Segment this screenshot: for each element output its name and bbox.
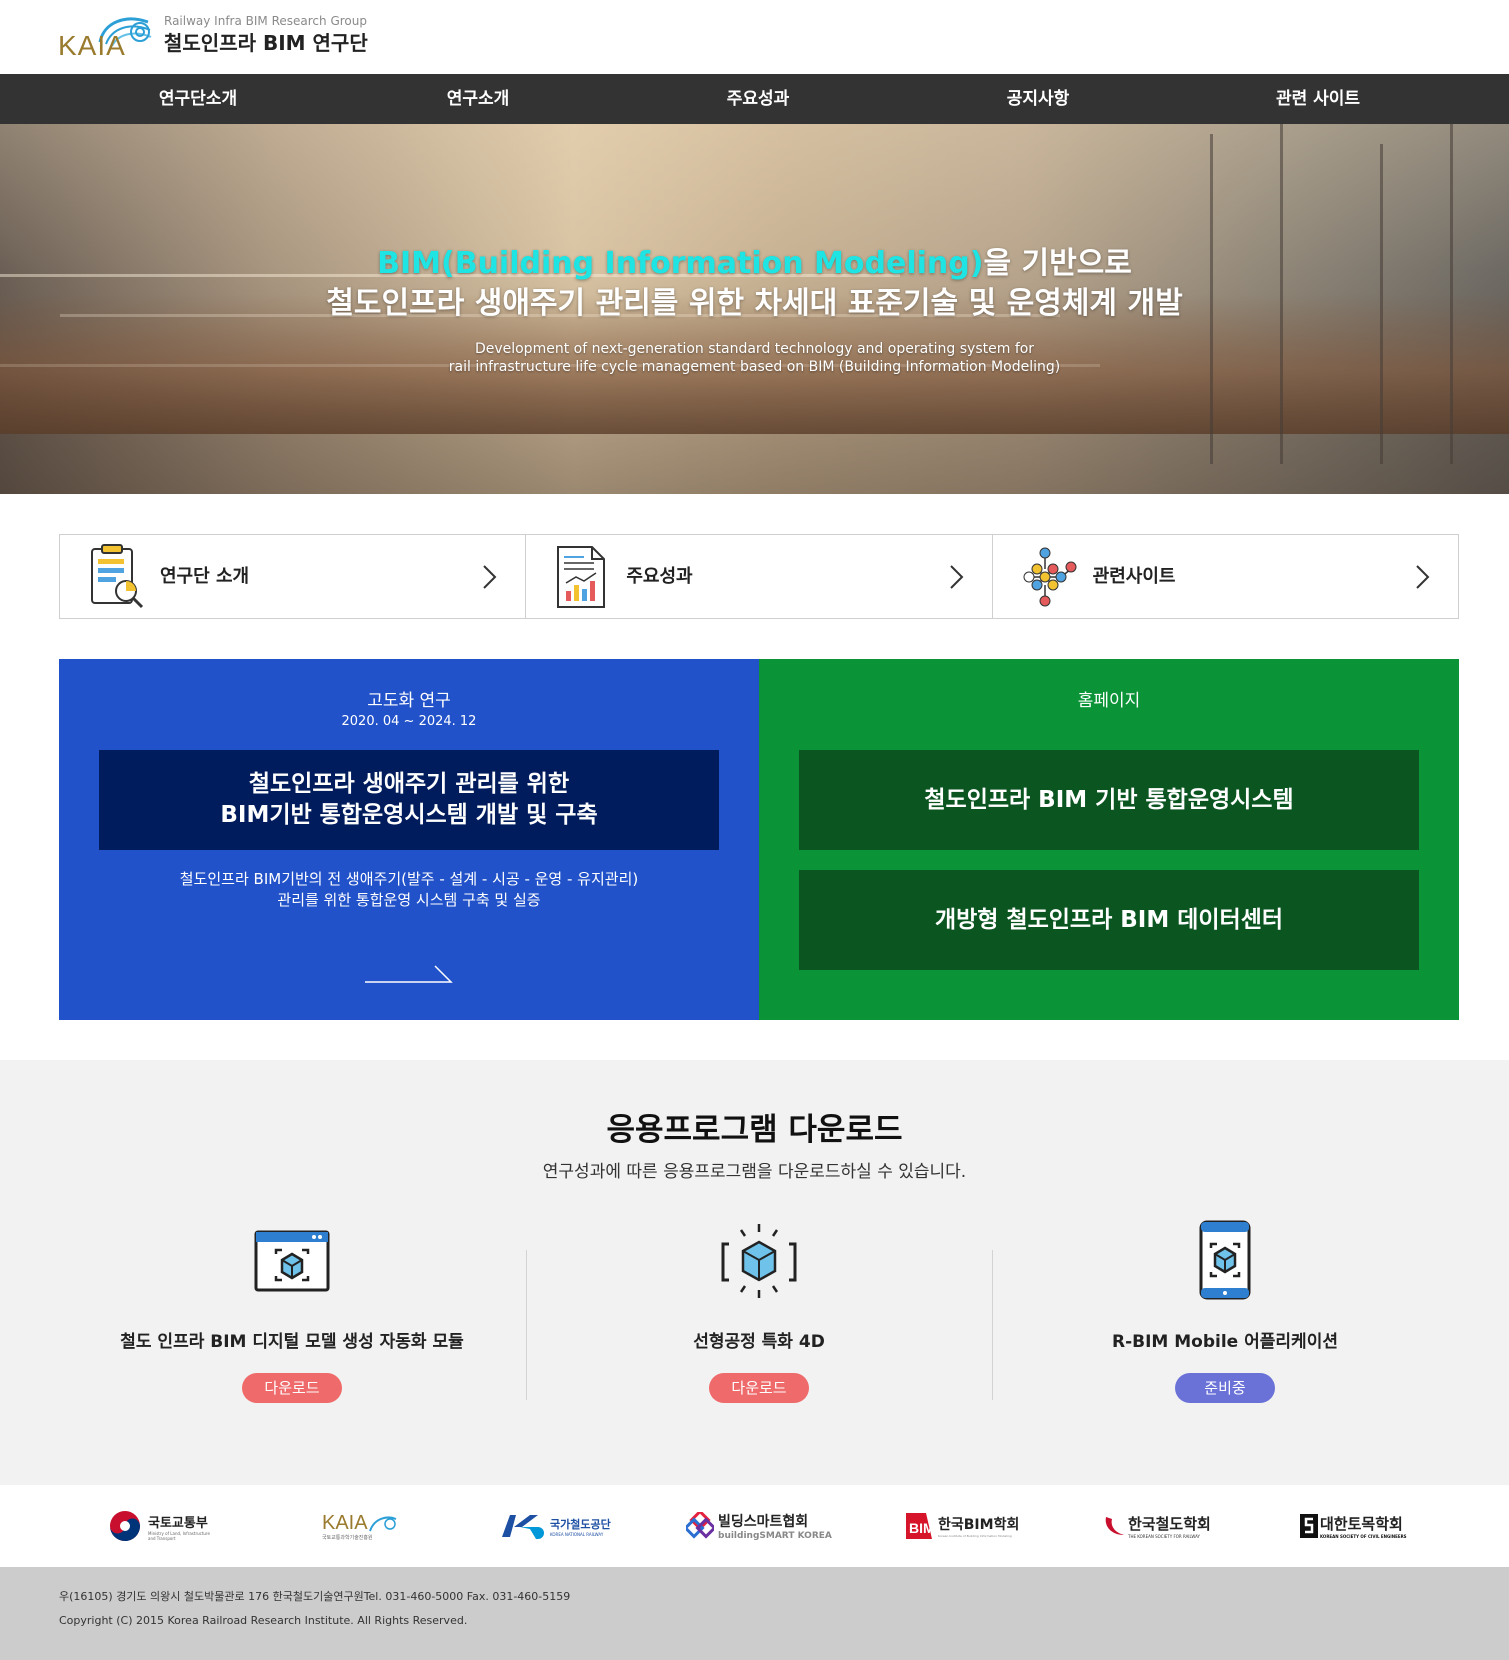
report-chart-icon	[557, 546, 606, 608]
kaia-wave-icon	[368, 1516, 396, 1531]
chevron-right-icon	[949, 565, 964, 589]
logo-title: 철도인프라 BIM 연구단	[164, 31, 368, 55]
footer-copyright: Copyright (C) 2015 Korea Railroad Resear…	[59, 1614, 468, 1627]
kaia-logo-mark: KAIA	[56, 12, 154, 61]
partner-sub: KOREAN SOCIETY OF CIVIL ENGINEERS	[1320, 1534, 1407, 1539]
hero-sub-line1: Development of next-generation standard …	[474, 341, 1035, 357]
partner-name: KAIA	[322, 1511, 368, 1534]
download-item-name: 선형공정 특화 4D	[693, 1332, 825, 1352]
homepage-promo-title: 홈페이지	[1077, 691, 1141, 711]
browser-cube-icon	[254, 1230, 330, 1292]
partner-sub: Korean Institute of Building Information…	[938, 1534, 1012, 1538]
long-arrow-right-icon[interactable]	[365, 964, 453, 984]
nav-item-related-sites[interactable]: 관련 사이트	[1178, 74, 1458, 124]
quick-link-label: 관련사이트	[1092, 566, 1176, 587]
partner-kibim[interactable]: BIM 한국BIM학회 Korean Institute of Building…	[902, 1503, 1019, 1549]
download-item-bim-module: 철도 인프라 BIM 디지털 모델 생성 자동화 모듈 다운로드	[59, 1220, 525, 1420]
hero-title-highlight: BIM(Building Information Modeling)	[377, 246, 984, 281]
research-promo-desc-line2: 관리를 위한 통합운영 시스템 구축 및 실증	[277, 891, 541, 909]
partner-sub: THE KOREAN SOCIETY FOR RAILWAY	[1128, 1534, 1200, 1539]
logo-word: KAIA	[58, 30, 126, 61]
logo-text: Railway Infra BIM Research Group 철도인프라 B…	[164, 13, 368, 57]
partner-sub: 국토교통과학기술진흥원	[322, 1534, 373, 1541]
partner-logos: 국토교통부 Ministry of Land, Infrastructure a…	[0, 1485, 1509, 1567]
mobile-cube-icon	[1199, 1220, 1251, 1300]
main-nav: 연구단소개 연구소개 주요성과 공지사항 관련 사이트	[0, 74, 1509, 124]
nav-item-achievements[interactable]: 주요성과	[618, 74, 898, 124]
partner-ksce[interactable]: 대한토목학회 KOREAN SOCIETY OF CIVIL ENGINEERS	[1300, 1503, 1407, 1549]
research-promo-desc-line1: 철도인프라 BIM기반의 전 생애주기(발주 - 설계 - 시공 - 운영 - …	[179, 870, 639, 888]
site-logo[interactable]: KAIA Railway Infra BIM Research Group 철도…	[56, 12, 368, 61]
scan-cube-icon	[721, 1224, 797, 1298]
hero-title-line2: 철도인프라 생애주기 관리를 위한 차세대 표준기술 및 운영체계 개발	[326, 286, 1183, 321]
partner-sub: buildingSMART KOREA	[718, 1531, 832, 1541]
partner-buildingsmart[interactable]: 빌딩스마트협회 buildingSMART KOREA	[686, 1503, 832, 1549]
partner-name: 한국철도학회	[1128, 1515, 1211, 1533]
research-promo-box: 철도인프라 생애주기 관리를 위한 BIM기반 통합운영시스템 개발 및 구축	[99, 750, 719, 850]
download-button[interactable]: 다운로드	[709, 1373, 809, 1403]
homepage-promo-panel: 홈페이지 철도인프라 BIM 기반 통합운영시스템 개방형 철도인프라 BIM …	[759, 659, 1459, 1020]
partner-kaia[interactable]: KAIA 국토교통과학기술진흥원	[322, 1503, 398, 1549]
downloads-section: 응용프로그램 다운로드 연구성과에 따른 응용프로그램을 다운로드하실 수 있습…	[0, 1060, 1509, 1485]
quick-link-group-intro[interactable]: 연구단 소개	[60, 535, 525, 618]
hero-title-rest: 을 기반으로	[983, 246, 1132, 281]
partner-ksr[interactable]: 한국철도학회 THE KOREAN SOCIETY FOR RAILWAY	[1102, 1503, 1211, 1549]
homepage-link-integrated-system[interactable]: 철도인프라 BIM 기반 통합운영시스템	[799, 750, 1419, 850]
taegeuk-logo-icon	[110, 1511, 140, 1541]
kr-logo-icon	[502, 1515, 544, 1539]
download-item-4d: 선형공정 특화 4D 다운로드	[526, 1220, 992, 1420]
coming-soon-button[interactable]: 준비중	[1175, 1373, 1275, 1403]
download-button[interactable]: 다운로드	[242, 1373, 342, 1403]
nav-item-research-intro[interactable]: 연구소개	[338, 74, 618, 124]
quick-link-label: 연구단 소개	[160, 566, 250, 587]
partner-name: 국가철도공단	[550, 1517, 611, 1531]
partner-molit[interactable]: 국토교통부 Ministry of Land, Infrastructure a…	[108, 1503, 218, 1549]
chevron-right-icon	[483, 565, 497, 589]
downloads-subheading: 연구성과에 따른 응용프로그램을 다운로드하실 수 있습니다.	[542, 1162, 967, 1182]
research-promo-desc: 철도인프라 BIM기반의 전 생애주기(발주 - 설계 - 시공 - 운영 - …	[59, 869, 759, 911]
download-item-name: R-BIM Mobile 어플리케이션	[1112, 1332, 1338, 1352]
network-nodes-icon	[1023, 547, 1077, 607]
clipboard-chart-icon	[91, 544, 144, 609]
download-item-name: 철도 인프라 BIM 디지털 모델 생성 자동화 모듈	[120, 1332, 464, 1352]
research-promo-box-line1: 철도인프라 생애주기 관리를 위한	[248, 771, 570, 797]
svg-text:BIM: BIM	[909, 1520, 935, 1536]
quick-link-related-sites[interactable]: 관련사이트	[991, 535, 1458, 618]
partner-name: 한국BIM학회	[938, 1517, 1020, 1533]
hero-sub-line2: rail infrastructure life cycle managemen…	[448, 359, 1061, 375]
homepage-link-data-center[interactable]: 개방형 철도인프라 BIM 데이터센터	[799, 870, 1419, 970]
footer-address: 우(16105) 경기도 의왕시 철도박물관로 176 한국철도기술연구원Tel…	[59, 1590, 571, 1603]
ksr-logo-icon	[1105, 1517, 1124, 1535]
nav-item-notices[interactable]: 공지사항	[898, 74, 1178, 124]
partner-name: 빌딩스마트협회	[718, 1514, 809, 1530]
site-footer: 우(16105) 경기도 의왕시 철도박물관로 176 한국철도기술연구원Tel…	[0, 1567, 1509, 1660]
buildingsmart-logo-icon	[686, 1512, 714, 1539]
partner-name: 국토교통부	[148, 1515, 208, 1531]
ksce-logo-icon	[1300, 1514, 1318, 1538]
hero-subtitle: Development of next-generation standard …	[0, 340, 1509, 376]
research-promo-date: 2020. 04 ~ 2024. 12	[341, 714, 477, 729]
quick-links: 연구단 소개 주요성과 관련사이트	[59, 534, 1459, 619]
logo-subtitle: Railway Infra BIM Research Group	[164, 14, 367, 28]
kibim-logo-icon: BIM	[906, 1513, 935, 1539]
nav-item-group-intro[interactable]: 연구단소개	[58, 74, 338, 124]
partner-sub: Ministry of Land, Infrastructure and Tra…	[148, 1530, 210, 1541]
research-promo-title: 고도화 연구	[367, 691, 451, 711]
hero-title: BIM(Building Information Modeling)을 기반으로…	[0, 244, 1509, 324]
partner-name: 대한토목학회	[1320, 1515, 1403, 1533]
site-header: KAIA Railway Infra BIM Research Group 철도…	[0, 0, 1509, 74]
research-promo-panel: 고도화 연구 2020. 04 ~ 2024. 12 철도인프라 생애주기 관리…	[59, 659, 759, 1020]
chevron-right-icon	[1416, 565, 1430, 589]
research-promo-box-line2: BIM기반 통합운영시스템 개발 및 구축	[220, 802, 598, 828]
partner-sub: KOREA NATIONAL RAILWAY	[550, 1531, 604, 1537]
quick-link-label: 주요성과	[626, 566, 693, 587]
download-item-mobile-app: R-BIM Mobile 어플리케이션 준비중	[992, 1220, 1458, 1420]
downloads-heading: 응용프로그램 다운로드	[606, 1112, 903, 1148]
quick-link-achievements[interactable]: 주요성과	[525, 535, 991, 618]
partner-krnetwork[interactable]: 국가철도공단 KOREA NATIONAL RAILWAY	[500, 1503, 611, 1549]
hero-banner: BIM(Building Information Modeling)을 기반으로…	[0, 124, 1509, 494]
